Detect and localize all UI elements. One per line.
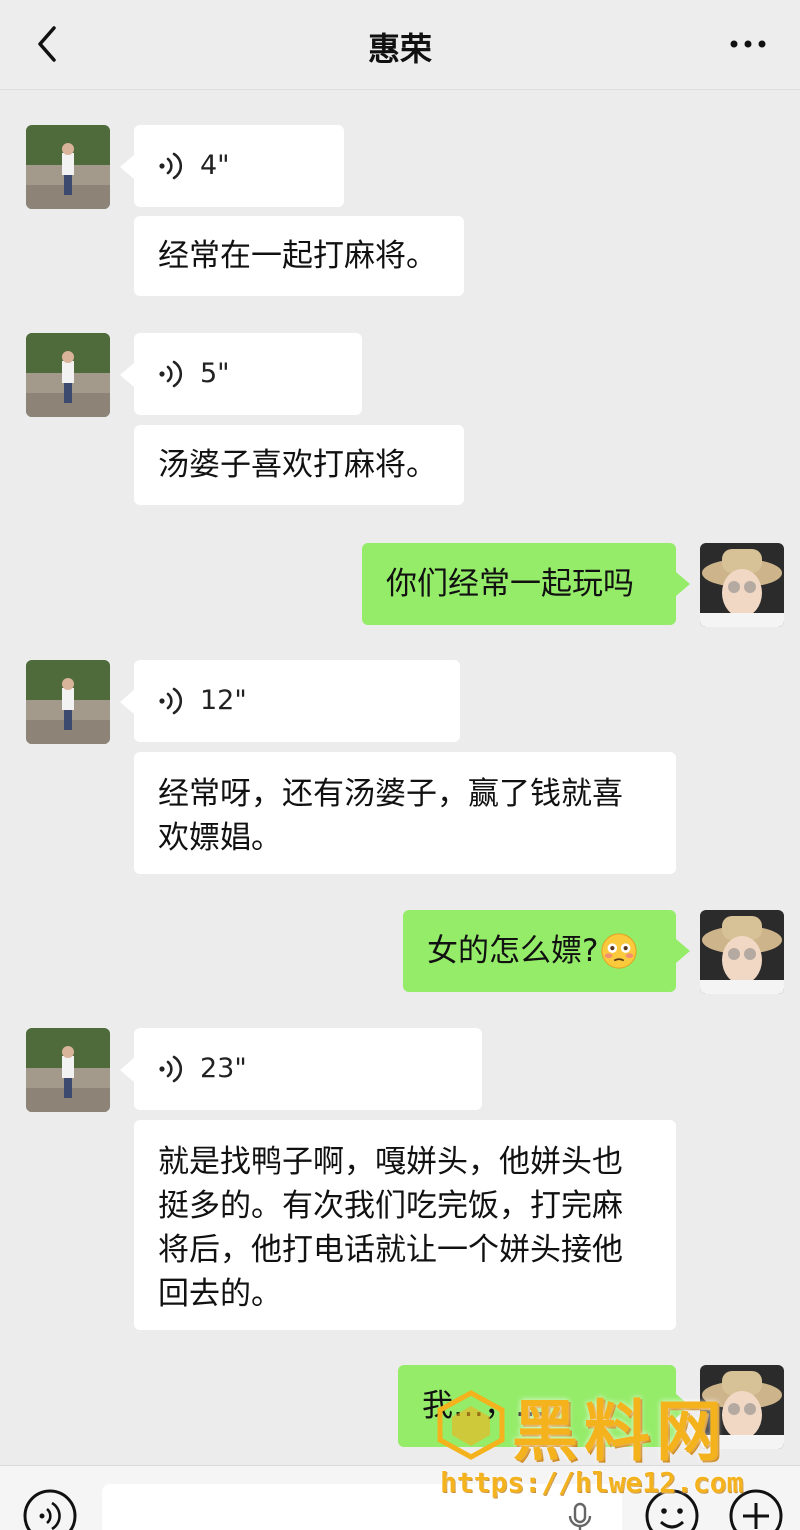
contact-avatar[interactable] — [26, 1028, 110, 1112]
voice-duration: 5" — [200, 358, 230, 389]
contact-avatar[interactable] — [26, 125, 110, 209]
message-list[interactable]: 4" 经常在一起打麻将。 5" 汤婆子喜欢打麻将。 你们经常一起玩吗 12" 经… — [0, 90, 800, 1465]
voice-message[interactable]: 5" — [134, 333, 362, 415]
outgoing-text-message[interactable]: 我…，… — [398, 1365, 676, 1447]
bubble-tail — [676, 939, 690, 963]
outgoing-text-message[interactable]: 女的怎么嫖? — [403, 910, 676, 992]
contact-avatar[interactable] — [26, 333, 110, 417]
message-input[interactable] — [102, 1484, 622, 1530]
voice-wave-icon — [159, 152, 183, 180]
voice-message[interactable]: 4" — [134, 125, 344, 207]
message-line: 将后，他打电话就让一个姘头接他 — [158, 1232, 623, 1268]
voice-toggle-icon[interactable] — [22, 1488, 78, 1530]
text-message[interactable]: 经常在一起打麻将。 — [134, 216, 464, 296]
message-text: 经常在一起打麻将。 — [158, 238, 437, 274]
message-line: 欢嫖娼。 — [158, 820, 282, 856]
bubble-tail — [120, 155, 134, 179]
self-avatar[interactable] — [700, 543, 784, 627]
voice-wave-icon — [159, 1055, 183, 1083]
voice-wave-icon — [159, 687, 183, 715]
voice-duration: 23" — [200, 1053, 247, 1084]
voice-message[interactable]: 23" — [134, 1028, 482, 1110]
self-avatar[interactable] — [700, 910, 784, 994]
plus-icon[interactable] — [728, 1488, 784, 1530]
message-text: 女的怎么嫖? — [427, 933, 599, 969]
top-bar: 惠荣 — [0, 0, 800, 90]
contact-avatar[interactable] — [26, 660, 110, 744]
bubble-tail — [120, 363, 134, 387]
bubble-tail — [676, 572, 690, 596]
text-message[interactable]: 汤婆子喜欢打麻将。 — [134, 425, 464, 505]
message-line: 挺多的。有次我们吃完饭，打完麻 — [158, 1188, 623, 1224]
voice-wave-icon — [159, 360, 183, 388]
self-avatar[interactable] — [700, 1365, 784, 1449]
microphone-icon[interactable] — [566, 1502, 594, 1530]
bubble-tail — [676, 1394, 690, 1418]
text-message[interactable]: 经常呀，还有汤婆子，赢了钱就喜 欢嫖娼。 — [134, 752, 676, 874]
message-line: 回去的。 — [158, 1276, 282, 1312]
message-text: 你们经常一起玩吗 — [386, 566, 634, 602]
bubble-tail — [120, 1058, 134, 1082]
voice-duration: 4" — [200, 150, 230, 181]
bubble-tail — [120, 690, 134, 714]
input-bar — [0, 1465, 800, 1530]
text-message[interactable]: 就是找鸭子啊，嘎姘头，他姘头也 挺多的。有次我们吃完饭，打完麻 将后，他打电话就… — [134, 1120, 676, 1330]
chat-title: 惠荣 — [367, 30, 432, 68]
voice-duration: 12" — [200, 685, 247, 716]
smiley-icon[interactable] — [644, 1488, 700, 1530]
more-dots-icon[interactable] — [724, 28, 772, 60]
outgoing-text-message[interactable]: 你们经常一起玩吗 — [362, 543, 676, 625]
voice-message[interactable]: 12" — [134, 660, 460, 742]
flushed-face-emoji — [601, 933, 638, 969]
message-text: 汤婆子喜欢打麻将。 — [158, 447, 437, 483]
message-line: 就是找鸭子啊，嘎姘头，他姘头也 — [158, 1144, 623, 1180]
message-text: 我…，… — [422, 1388, 546, 1424]
message-line: 经常呀，还有汤婆子，赢了钱就喜 — [158, 776, 623, 812]
